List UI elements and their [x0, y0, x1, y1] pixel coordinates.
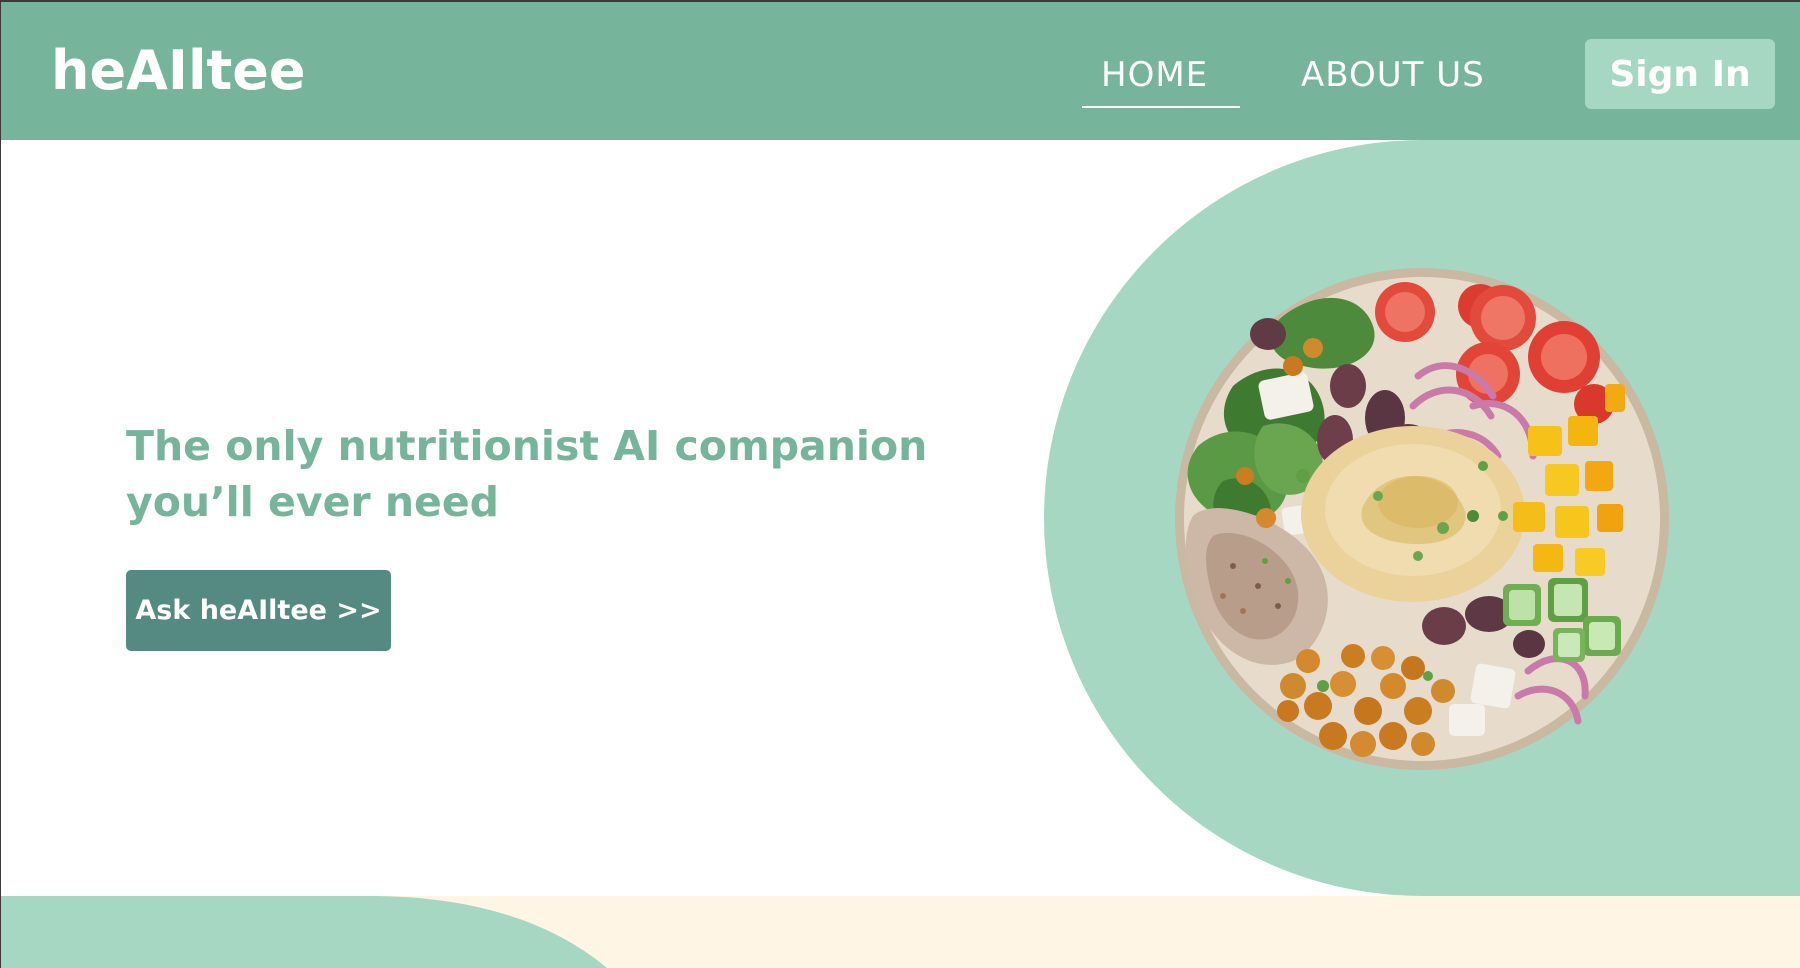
- hero-heading: The only nutritionist AI companion you’l…: [126, 422, 928, 526]
- nav-about-link[interactable]: ABOUT US: [1301, 58, 1485, 92]
- hummus: [1301, 426, 1525, 602]
- page: heAIltee HOME ABOUT US Sign In The only …: [0, 0, 1800, 968]
- bottom-decorative-shape: [1, 896, 607, 968]
- nav-home-link[interactable]: HOME: [1101, 58, 1208, 92]
- ask-healtee-button[interactable]: Ask heAIltee >>: [126, 570, 391, 651]
- sign-in-button[interactable]: Sign In: [1585, 39, 1775, 109]
- navbar: heAIltee HOME ABOUT US Sign In: [1, 0, 1800, 140]
- brand-logo[interactable]: heAIltee: [51, 44, 306, 98]
- active-nav-underline: [1082, 106, 1240, 108]
- salad-bowl-image: [1175, 268, 1669, 770]
